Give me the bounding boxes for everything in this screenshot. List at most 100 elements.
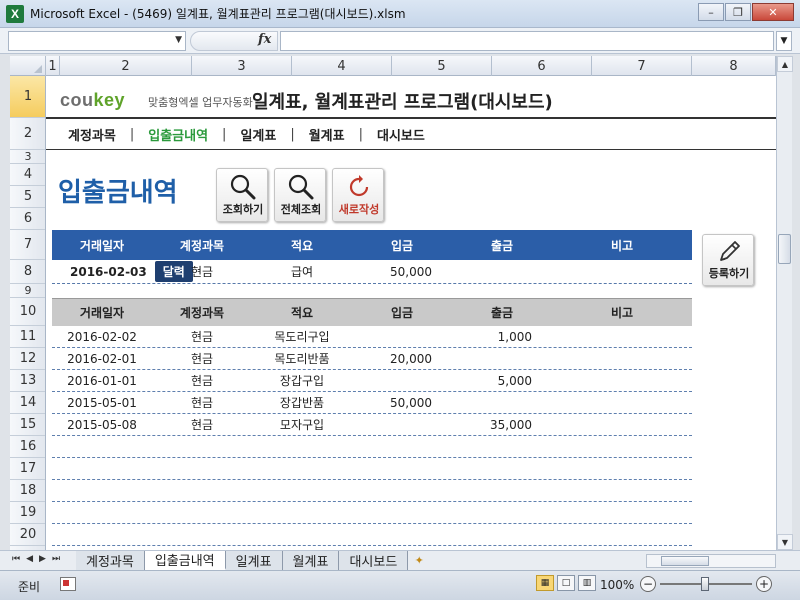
register-button[interactable]: 등록하기 [702,234,754,286]
header-date: 거래일자 [79,306,125,320]
row-header-cell[interactable]: 8 [10,260,45,284]
row-header-cell[interactable]: 10 [10,298,45,326]
macro-record-icon[interactable] [60,577,76,591]
name-box[interactable]: ▼ [8,31,186,51]
minimize-button[interactable]: – [698,3,724,21]
column-header-cell[interactable]: 5 [392,56,492,76]
table-row[interactable] [52,502,692,524]
row-header-cell[interactable]: 4 [10,164,45,186]
description-input[interactable]: 급여 [252,260,352,284]
last-sheet-icon[interactable]: ⏭ [52,554,60,564]
row-header: 1 2 3 4 5 6 7 8 9 10 11 12 13 14 15 16 1… [10,76,46,550]
table-row[interactable] [52,458,692,480]
search-all-button[interactable]: 전체조회 [274,168,326,222]
zoom-in-icon[interactable]: + [756,576,772,592]
row-header-cell[interactable]: 19 [10,502,45,524]
next-sheet-icon[interactable]: ▶ [39,554,46,564]
row-header-cell[interactable]: 9 [10,284,45,298]
sheet-tab-dashboard[interactable]: 대시보드 [339,551,409,570]
deposit-input[interactable]: 50,000 [352,260,452,284]
formula-input[interactable] [280,31,774,51]
header-description: 적요 [290,306,314,320]
row-header-cell[interactable]: 13 [10,370,45,392]
cell-description: 목도리구입 [274,330,330,344]
nav-item-monthly[interactable]: 월계표 [295,125,359,144]
row-header-cell[interactable]: 1 [10,76,45,118]
sheet-tab-accounts[interactable]: 계정과목 [76,551,145,570]
cell-description: 모자구입 [279,418,325,432]
formula-bar: ▼ fx ▼ [0,28,800,54]
row-header-cell[interactable]: 7 [10,230,45,260]
row-header-cell[interactable]: 20 [10,524,45,546]
first-sheet-icon[interactable]: ⏮ [12,554,20,564]
sheet-tab-transactions[interactable]: 입출금내역 [144,551,226,570]
sheet-tab-monthly[interactable]: 월계표 [282,551,340,570]
column-header-cell[interactable]: 6 [492,56,592,76]
search-button[interactable]: 조회하기 [216,168,268,222]
cell-account: 현금 [190,396,214,410]
row-header-cell[interactable]: 6 [10,208,45,230]
date-input[interactable]: 2016-02-03 [52,265,147,279]
row-header-cell[interactable]: 16 [10,436,45,458]
page-break-icon[interactable]: ▥ [578,575,596,591]
header-note: 비고 [610,306,634,320]
column-header-cell[interactable]: 4 [292,56,392,76]
close-button[interactable]: ✕ [752,3,794,21]
new-entry-button-label: 새로작성 [338,203,380,216]
table-row[interactable]: 2016-02-02 현금 목도리구입 1,000 [52,326,692,348]
table-row[interactable]: 2016-02-01 현금 목도리반품 20,000 [52,348,692,370]
row-header-cell[interactable]: 18 [10,480,45,502]
row-header-cell[interactable]: 17 [10,458,45,480]
cell-deposit: 50,000 [390,395,432,410]
select-all-button[interactable] [10,56,46,76]
register-button-label: 등록하기 [708,267,750,280]
vertical-scrollbar[interactable]: ▲ ▼ [776,56,793,550]
nav-item-accounts[interactable]: 계정과목 [58,125,130,144]
scroll-thumb[interactable] [661,556,709,566]
column-header-cell[interactable]: 3 [192,56,292,76]
table-row[interactable]: 2016-01-01 현금 장갑구입 5,000 [52,370,692,392]
withdraw-input[interactable] [452,260,552,284]
zoom-slider-thumb[interactable] [701,577,709,591]
row-header-cell[interactable]: 2 [10,118,45,150]
table-row[interactable] [52,480,692,502]
nav-item-transactions[interactable]: 입출금내역 [134,125,222,144]
horizontal-scrollbar[interactable] [646,554,776,568]
zoom-out-icon[interactable]: − [640,576,656,592]
insert-sheet-icon[interactable]: ✦ [408,551,430,570]
table-row[interactable] [52,436,692,458]
column-header-cell[interactable]: 7 [592,56,692,76]
input-row: 2016-02-03 달력 현금 급여 50,000 [52,260,692,284]
row-header-cell[interactable]: 15 [10,414,45,436]
scroll-up-icon[interactable]: ▲ [777,56,793,72]
page-layout-icon[interactable]: □ [557,575,575,591]
zoom-level[interactable]: 100% [600,578,634,592]
worksheet[interactable]: coukey 맞춤형엑셀 업무자동화 일계표, 월계표관리 프로그램(대시보드)… [46,76,776,550]
row-header-cell[interactable]: 5 [10,186,45,208]
table-row[interactable] [52,524,692,546]
column-header-cell[interactable]: 2 [60,56,192,76]
row-header-cell[interactable]: 11 [10,326,45,348]
row-header-cell[interactable]: 3 [10,150,45,164]
nav-item-daily[interactable]: 일계표 [226,125,290,144]
restore-button[interactable]: ❐ [725,3,751,21]
nav-item-dashboard[interactable]: 대시보드 [363,125,439,144]
note-input[interactable] [552,260,692,284]
column-header-cell[interactable]: 8 [692,56,776,76]
expand-formula-icon[interactable]: ▼ [776,31,792,51]
column-header-cell[interactable]: 1 [46,56,60,76]
chevron-down-icon[interactable]: ▼ [175,35,182,45]
normal-view-icon[interactable]: ▦ [536,575,554,591]
table-row[interactable]: 2015-05-08 현금 모자구입 35,000 [52,414,692,436]
insert-function-icon[interactable]: fx [258,32,271,47]
header-description: 적요 [290,238,314,253]
table-row[interactable]: 2015-05-01 현금 장갑반품 50,000 [52,392,692,414]
sheet-tab-daily[interactable]: 일계표 [225,551,283,570]
row-header-cell[interactable]: 14 [10,392,45,414]
row-header-cell[interactable]: 12 [10,348,45,370]
prev-sheet-icon[interactable]: ◀ [26,554,33,564]
scroll-down-icon[interactable]: ▼ [777,534,793,550]
account-input[interactable]: 현금 [152,260,252,284]
scroll-thumb[interactable] [778,234,791,264]
new-entry-button[interactable]: 새로작성 [332,168,384,222]
